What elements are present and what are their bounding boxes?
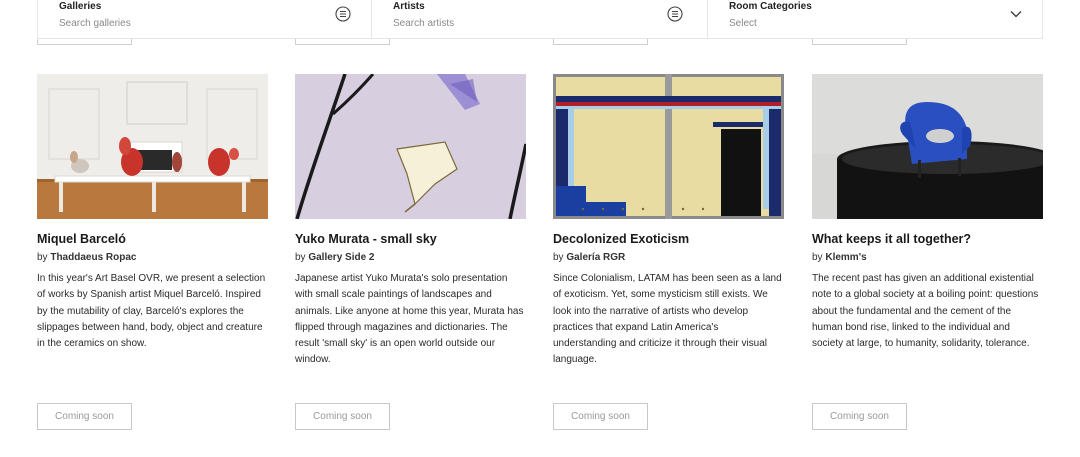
galleries-search-input[interactable]: Search galleries (59, 17, 371, 30)
card-image-ceramics[interactable] (37, 74, 268, 219)
card-byline: by Gallery Side 2 (295, 251, 526, 264)
by-label: by (553, 252, 564, 263)
card-title[interactable]: Yuko Murata - small sky (295, 231, 526, 247)
chevron-down-icon[interactable] (1008, 6, 1024, 22)
by-label: by (812, 252, 823, 263)
gallery-name[interactable]: Thaddaeus Ropac (50, 252, 136, 263)
room-categories-select[interactable]: Select (729, 17, 1042, 30)
filter-bar: Galleries Search galleries Artists Searc… (37, 0, 1043, 39)
coming-soon-button[interactable]: Coming soon (812, 403, 907, 430)
card-image-textile[interactable] (553, 74, 784, 219)
card-title[interactable]: What keeps it all together? (812, 231, 1043, 247)
artists-filter-label: Artists (393, 1, 425, 12)
room-categories-filter[interactable]: Room Categories Select (708, 0, 1042, 38)
artists-search-input[interactable]: Search artists (393, 17, 707, 30)
room-card[interactable]: Decolonized Exoticism by Galería RGR Sin… (553, 74, 784, 369)
gallery-name[interactable]: Gallery Side 2 (308, 252, 374, 263)
card-image-painting[interactable] (295, 74, 526, 219)
by-label: by (295, 252, 306, 263)
galleries-filter-label: Galleries (59, 1, 102, 12)
card-title[interactable]: Decolonized Exoticism (553, 231, 784, 247)
card-title[interactable]: Miquel Barceló (37, 231, 268, 247)
room-card[interactable]: What keeps it all together? by Klemm's T… (812, 74, 1043, 352)
card-description: In this year's Art Basel OVR, we present… (37, 273, 266, 350)
by-label: by (37, 252, 48, 263)
card-byline: by Klemm's (812, 251, 1043, 264)
card-description: Japanese artist Yuko Murata's solo prese… (295, 273, 524, 366)
room-card[interactable]: Miquel Barceló by Thaddaeus Ropac In thi… (37, 74, 268, 352)
gallery-name[interactable]: Galería RGR (566, 252, 625, 263)
room-categories-label: Room Categories (729, 1, 812, 12)
galleries-filter[interactable]: Galleries Search galleries (38, 0, 372, 38)
gallery-name[interactable]: Klemm's (825, 252, 866, 263)
coming-soon-button[interactable]: Coming soon (553, 403, 648, 430)
card-description: The recent past has given an additional … (812, 273, 1039, 350)
room-card[interactable]: Yuko Murata - small sky by Gallery Side … (295, 74, 526, 369)
coming-soon-button[interactable]: Coming soon (295, 403, 390, 430)
artists-filter[interactable]: Artists Search artists (372, 0, 708, 38)
card-byline: by Galería RGR (553, 251, 784, 264)
coming-soon-button[interactable]: Coming soon (37, 403, 132, 430)
card-image-sculpture[interactable] (812, 74, 1043, 219)
list-circle-icon[interactable] (667, 6, 683, 22)
card-description: Since Colonialism, LATAM has been seen a… (553, 273, 782, 366)
card-byline: by Thaddaeus Ropac (37, 251, 268, 264)
list-circle-icon[interactable] (335, 6, 351, 22)
